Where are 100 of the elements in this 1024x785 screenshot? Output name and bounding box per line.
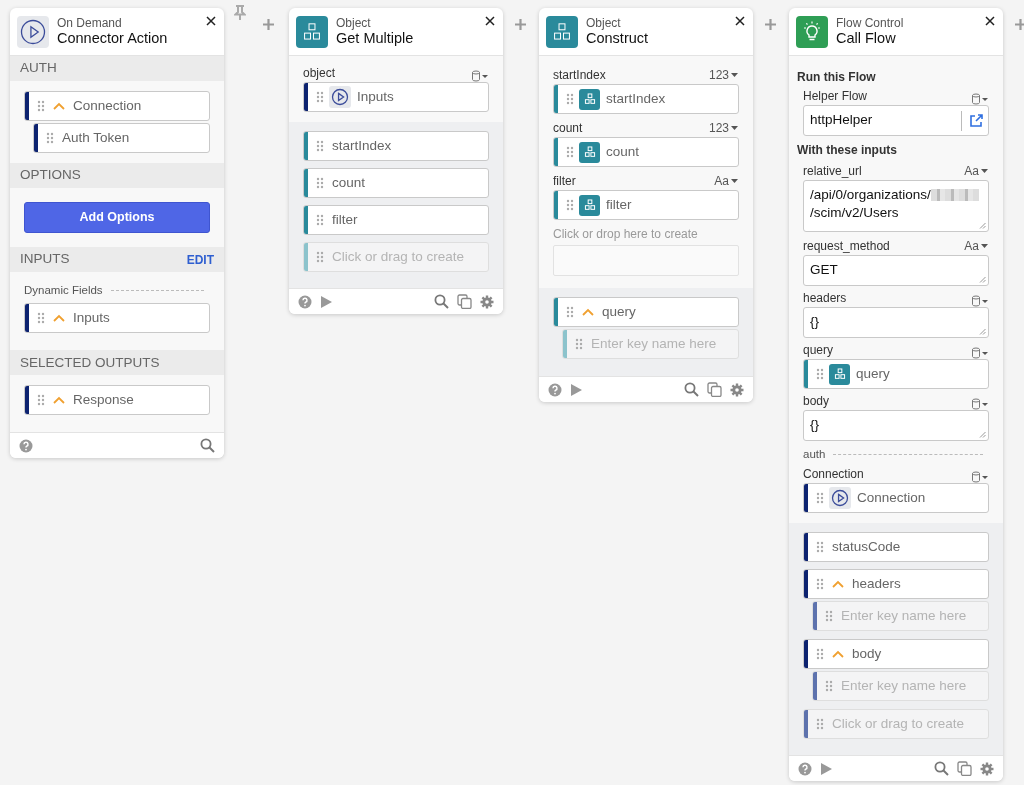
data-pill[interactable]: body <box>803 639 989 670</box>
drag-handle-icon[interactable] <box>816 367 824 381</box>
drag-handle-icon[interactable] <box>566 145 574 159</box>
settings-icon[interactable] <box>730 382 744 397</box>
type-dropdown[interactable]: Aa <box>714 172 739 190</box>
add-step-icon[interactable] <box>1015 19 1024 30</box>
drag-handle-icon[interactable] <box>316 250 324 264</box>
data-pill[interactable]: Inputs <box>303 82 489 112</box>
drop-field[interactable]: Click or drag to create <box>803 709 989 740</box>
resize-grip-icon[interactable] <box>979 328 986 335</box>
data-pill[interactable]: query <box>553 297 739 327</box>
cylinder-icon[interactable] <box>971 295 989 307</box>
play-icon[interactable] <box>820 761 833 776</box>
type-dropdown[interactable]: Aa <box>964 162 989 180</box>
data-pill[interactable]: filter <box>553 190 739 220</box>
help-icon[interactable] <box>548 382 562 397</box>
help-icon[interactable] <box>798 761 812 776</box>
data-pill[interactable]: headers <box>803 569 989 600</box>
drag-handle-icon[interactable] <box>316 139 324 153</box>
data-pill[interactable]: filter <box>303 205 489 235</box>
data-pill[interactable]: Inputs <box>24 303 210 334</box>
data-pill[interactable]: startIndex <box>303 131 489 161</box>
data-pill[interactable]: query <box>803 359 989 389</box>
text-area[interactable]: {} <box>803 307 989 338</box>
settings-icon[interactable] <box>480 294 494 309</box>
play-icon[interactable] <box>320 294 333 309</box>
add-options-button[interactable]: Add Options <box>24 202 210 233</box>
search-icon[interactable] <box>684 382 699 397</box>
key-input[interactable]: Enter key name here <box>841 676 988 697</box>
text-area[interactable]: /api/0/organizations/ /scim/v2/Users <box>803 180 989 232</box>
chevron-icon[interactable] <box>53 396 65 405</box>
drop-field[interactable]: Enter key name here <box>562 329 739 359</box>
drag-handle-icon[interactable] <box>316 213 324 227</box>
type-dropdown[interactable]: 123 <box>708 66 739 84</box>
pin-icon[interactable] <box>234 5 246 21</box>
drag-handle-icon[interactable] <box>825 609 833 624</box>
cylinder-icon[interactable] <box>471 70 489 82</box>
play-icon[interactable] <box>570 382 583 397</box>
drag-handle-icon[interactable] <box>37 393 45 408</box>
drag-handle-icon[interactable] <box>566 92 574 106</box>
data-pill[interactable]: Auth Token <box>33 123 210 153</box>
chevron-icon[interactable] <box>53 314 65 323</box>
chevron-icon[interactable] <box>832 580 844 589</box>
drag-handle-icon[interactable] <box>37 99 45 113</box>
copy-icon[interactable] <box>457 294 472 309</box>
key-input[interactable]: Enter key name here <box>841 606 988 627</box>
search-icon[interactable] <box>934 761 949 777</box>
close-icon[interactable] <box>206 16 216 26</box>
drop-field[interactable]: Enter key name here <box>812 601 989 632</box>
type-dropdown[interactable]: 123 <box>708 119 739 137</box>
drag-handle-icon[interactable] <box>316 90 324 104</box>
chevron-icon[interactable] <box>582 308 594 316</box>
resize-grip-icon[interactable] <box>979 222 986 229</box>
drag-handle-icon[interactable] <box>316 176 324 190</box>
copy-icon[interactable] <box>957 761 972 777</box>
edit-link[interactable]: EDIT <box>186 250 214 269</box>
key-input[interactable]: Click or drag to create <box>332 246 482 268</box>
close-icon[interactable] <box>985 16 995 26</box>
external-link-icon[interactable] <box>968 112 984 129</box>
drag-handle-icon[interactable] <box>816 491 824 506</box>
chevron-icon[interactable] <box>832 650 844 659</box>
key-input[interactable]: Enter key name here <box>591 333 738 355</box>
chevron-icon[interactable] <box>53 102 65 110</box>
data-pill[interactable]: startIndex <box>553 84 739 114</box>
add-step-icon[interactable] <box>515 19 526 30</box>
add-step-icon[interactable] <box>263 19 274 30</box>
data-pill[interactable]: count <box>303 168 489 198</box>
settings-icon[interactable] <box>980 761 994 776</box>
drop-zone[interactable] <box>553 245 739 276</box>
data-pill[interactable]: count <box>553 137 739 167</box>
cylinder-icon[interactable] <box>971 347 989 359</box>
add-step-icon[interactable] <box>765 19 776 30</box>
flow-input[interactable]: httpHelper <box>803 105 989 136</box>
flow-input-value[interactable]: httpHelper <box>804 110 961 131</box>
drag-handle-icon[interactable] <box>816 540 824 555</box>
close-icon[interactable] <box>735 16 745 26</box>
help-icon[interactable] <box>19 438 33 453</box>
cylinder-icon[interactable] <box>971 93 989 105</box>
drag-handle-icon[interactable] <box>566 198 574 212</box>
drag-handle-icon[interactable] <box>566 305 574 319</box>
data-pill[interactable]: statusCode <box>803 532 989 563</box>
drag-handle-icon[interactable] <box>825 679 833 694</box>
text-area[interactable]: {} <box>803 410 989 441</box>
cylinder-icon[interactable] <box>971 398 989 410</box>
data-pill[interactable]: Connection <box>803 483 989 514</box>
drop-field[interactable]: Click or drag to create <box>303 242 489 272</box>
data-pill[interactable]: Response <box>24 385 210 416</box>
drag-handle-icon[interactable] <box>37 311 45 326</box>
drag-handle-icon[interactable] <box>816 577 824 592</box>
key-input[interactable]: Click or drag to create <box>832 714 982 735</box>
drag-handle-icon[interactable] <box>575 337 583 351</box>
drag-handle-icon[interactable] <box>46 131 54 145</box>
search-icon[interactable] <box>200 438 215 454</box>
copy-icon[interactable] <box>707 382 722 397</box>
resize-grip-icon[interactable] <box>979 431 986 438</box>
drop-field[interactable]: Enter key name here <box>812 671 989 702</box>
close-icon[interactable] <box>485 16 495 26</box>
type-dropdown[interactable]: Aa <box>964 237 989 255</box>
drag-handle-icon[interactable] <box>816 647 824 662</box>
text-area[interactable]: GET <box>803 255 989 286</box>
